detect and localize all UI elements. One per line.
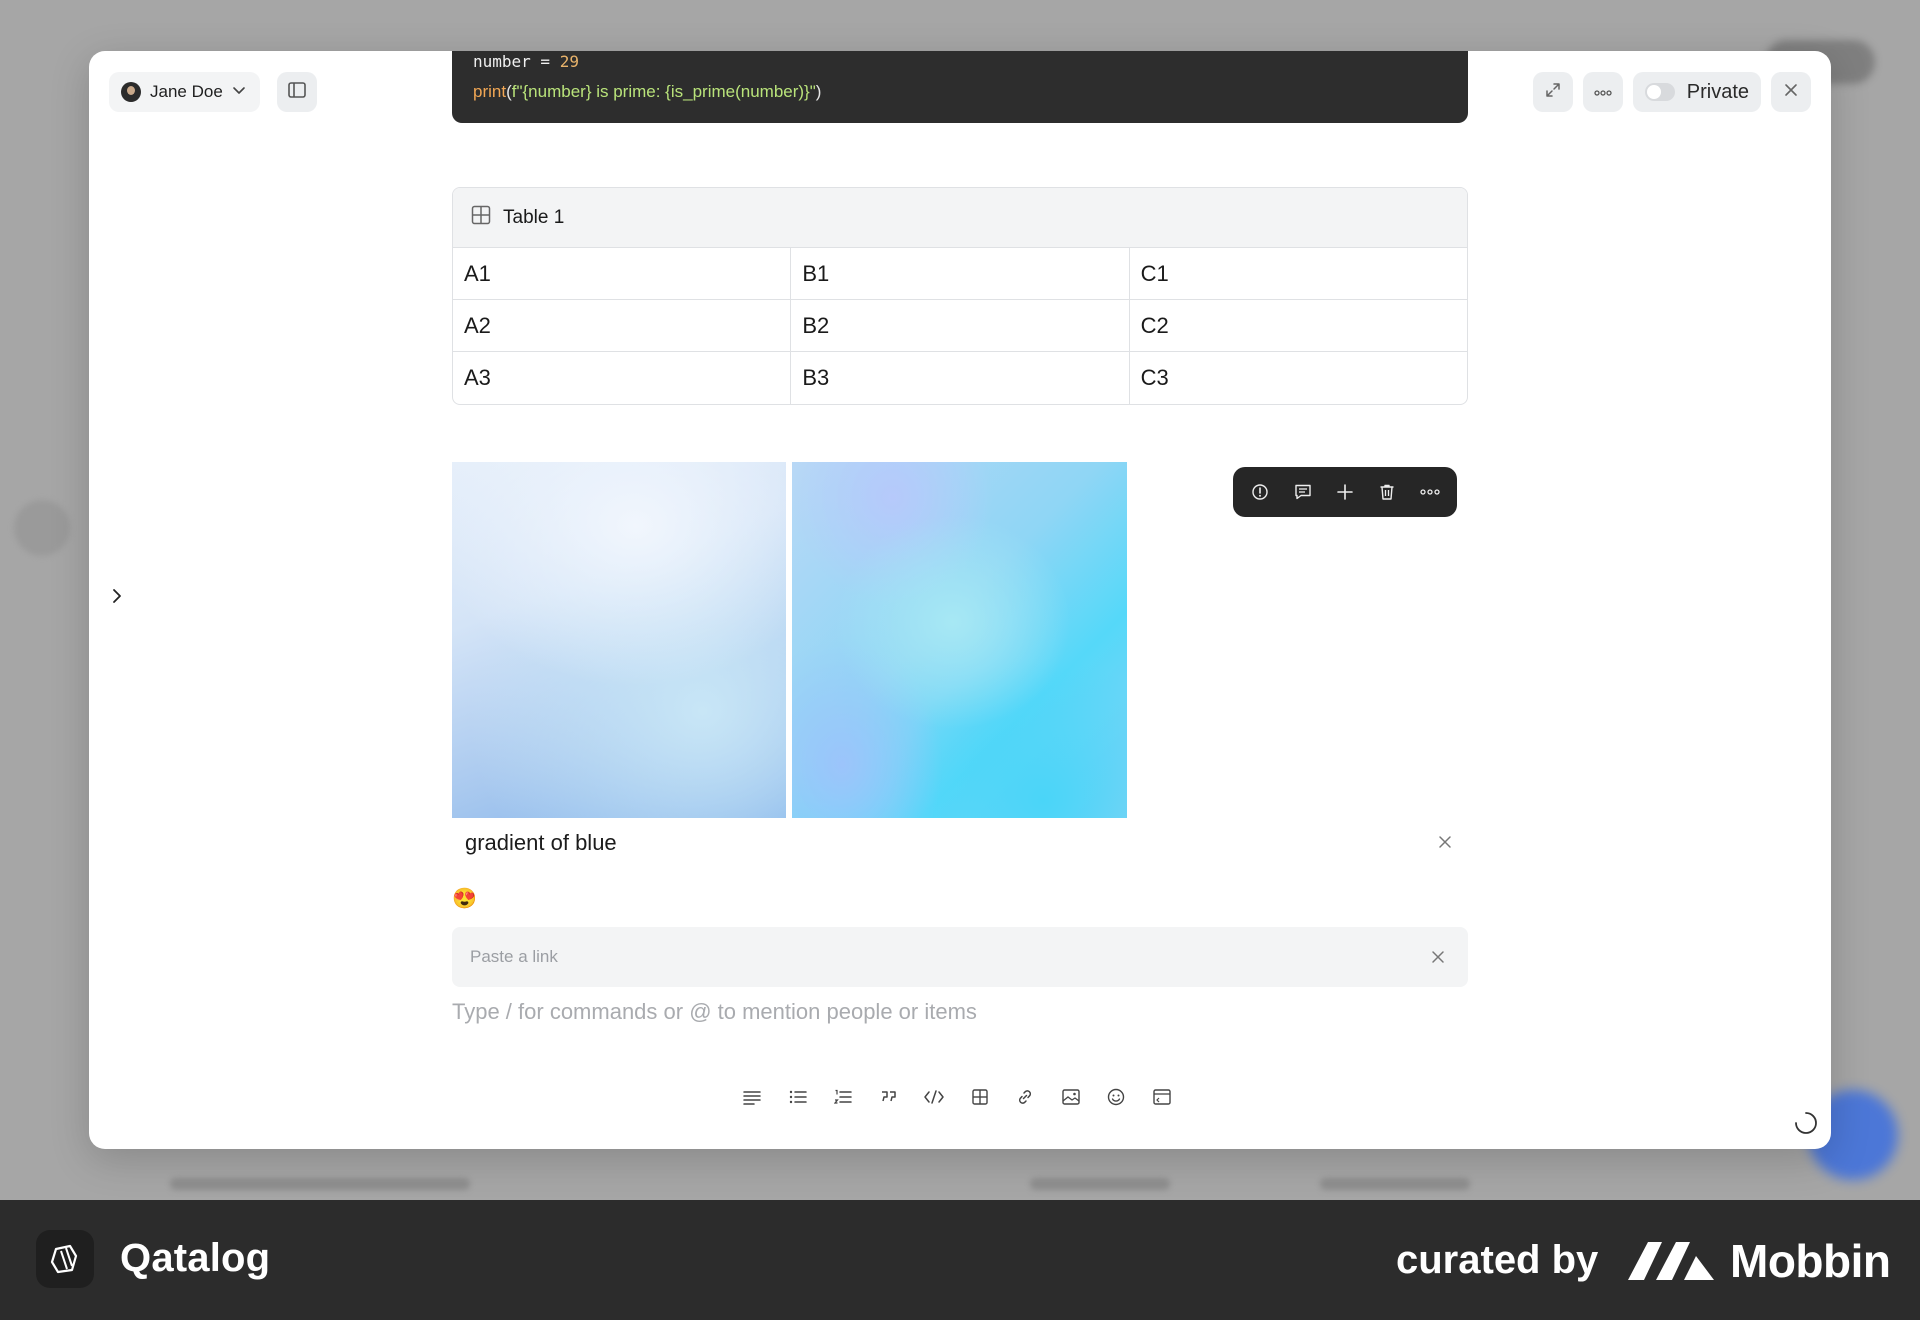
emoji-reaction[interactable]: 😍 <box>452 888 477 910</box>
table-cell[interactable]: B3 <box>791 352 1130 404</box>
note-modal: Jane Doe Private number = 29 print(f"{nu… <box>89 51 1831 1149</box>
fullscreen-button[interactable] <box>1532 72 1573 112</box>
format-toolbar <box>740 1085 1174 1109</box>
code-line: number = 29 <box>473 51 1447 73</box>
table-cell[interactable]: B2 <box>791 300 1130 351</box>
table-cell[interactable]: B1 <box>791 248 1130 299</box>
background-text <box>170 1178 1770 1192</box>
code-string: f"{number} is prime: {is_prime(number)}" <box>511 82 816 101</box>
plus-icon[interactable] <box>1333 480 1357 504</box>
code-number: 29 <box>559 52 579 71</box>
numbered-list-icon[interactable] <box>831 1085 855 1109</box>
link-input[interactable] <box>470 947 1426 967</box>
privacy-toggle[interactable]: Private <box>1632 72 1761 112</box>
table-row: A3 B3 C3 <box>453 352 1467 404</box>
qatalog-logo-icon <box>36 1230 94 1288</box>
chevron-right-icon <box>111 588 123 609</box>
more-icon[interactable] <box>1418 480 1442 504</box>
bullet-list-icon[interactable] <box>786 1085 810 1109</box>
user-name: Jane Doe <box>150 82 223 101</box>
code-line: print(f"{number} is prime: {is_prime(num… <box>473 81 1447 103</box>
table-cell[interactable]: A2 <box>453 300 792 351</box>
paragraph-icon[interactable] <box>740 1085 764 1109</box>
more-options-button[interactable] <box>1582 72 1623 112</box>
avatar <box>121 82 141 102</box>
remove-caption-button[interactable] <box>1433 832 1457 856</box>
trash-icon[interactable] <box>1375 480 1399 504</box>
loading-spinner-icon <box>1795 1112 1817 1134</box>
gallery-image[interactable] <box>792 462 1127 818</box>
footer-bar: Qatalog curated by Mobbin <box>0 1200 1920 1320</box>
table-icon <box>471 205 491 231</box>
privacy-label: Private <box>1686 80 1749 103</box>
table-title: Table 1 <box>503 206 565 228</box>
code-icon[interactable] <box>922 1085 946 1109</box>
code-block[interactable]: number = 29 print(f"{number} is prime: {… <box>452 51 1468 123</box>
code-function: print <box>473 82 507 101</box>
gallery-image[interactable] <box>452 462 786 818</box>
emoji-icon[interactable] <box>1104 1085 1128 1109</box>
background-dot <box>14 500 70 556</box>
sidebar-icon <box>288 81 306 103</box>
close-icon <box>1432 951 1444 963</box>
table-header: Table 1 <box>453 188 1467 248</box>
table-cell[interactable]: C1 <box>1130 248 1467 299</box>
gallery-caption[interactable]: gradient of blue <box>465 830 617 856</box>
expand-icon <box>1545 82 1561 103</box>
user-switcher[interactable]: Jane Doe <box>109 72 260 112</box>
close-icon <box>1784 83 1798 102</box>
expand-panel-button[interactable] <box>105 586 129 610</box>
close-link-button[interactable] <box>1426 945 1450 969</box>
comment-icon[interactable] <box>1291 480 1315 504</box>
table-icon[interactable] <box>968 1085 992 1109</box>
mobbin-logo-icon <box>1628 1242 1714 1280</box>
more-icon <box>1594 83 1612 101</box>
table-cell[interactable]: C2 <box>1130 300 1467 351</box>
table-block[interactable]: Table 1 A1 B1 C1 A2 B2 C2 A3 B3 C3 <box>452 187 1468 405</box>
code-variable: number <box>473 52 531 71</box>
image-toolbar <box>1233 467 1457 517</box>
chevron-down-icon <box>232 82 246 102</box>
toggle-switch[interactable] <box>1644 83 1675 101</box>
image-icon[interactable] <box>1059 1085 1083 1109</box>
table-cell[interactable]: A1 <box>453 248 792 299</box>
link-embed-field <box>452 927 1468 987</box>
table-cell[interactable]: A3 <box>453 352 792 404</box>
image-gallery[interactable] <box>452 462 1127 818</box>
header-actions: Private <box>1532 72 1811 112</box>
table-row: A2 B2 C2 <box>453 300 1467 352</box>
close-button[interactable] <box>1771 72 1811 112</box>
alert-icon[interactable] <box>1248 480 1272 504</box>
link-icon[interactable] <box>1013 1085 1037 1109</box>
embed-icon[interactable] <box>1150 1085 1174 1109</box>
code-operator: = <box>530 52 560 71</box>
table-cell[interactable]: C3 <box>1130 352 1467 404</box>
close-icon <box>1438 835 1452 854</box>
editor-placeholder[interactable]: Type / for commands or @ to mention peop… <box>452 999 977 1025</box>
table-row: A1 B1 C1 <box>453 248 1467 300</box>
quote-icon[interactable] <box>877 1085 901 1109</box>
sidebar-toggle-button[interactable] <box>277 72 317 112</box>
curator-name: Mobbin <box>1730 1235 1891 1287</box>
brand-name: Qatalog <box>120 1236 271 1280</box>
code-paren: ) <box>815 82 822 101</box>
curated-by-label: curated by <box>1396 1238 1599 1282</box>
